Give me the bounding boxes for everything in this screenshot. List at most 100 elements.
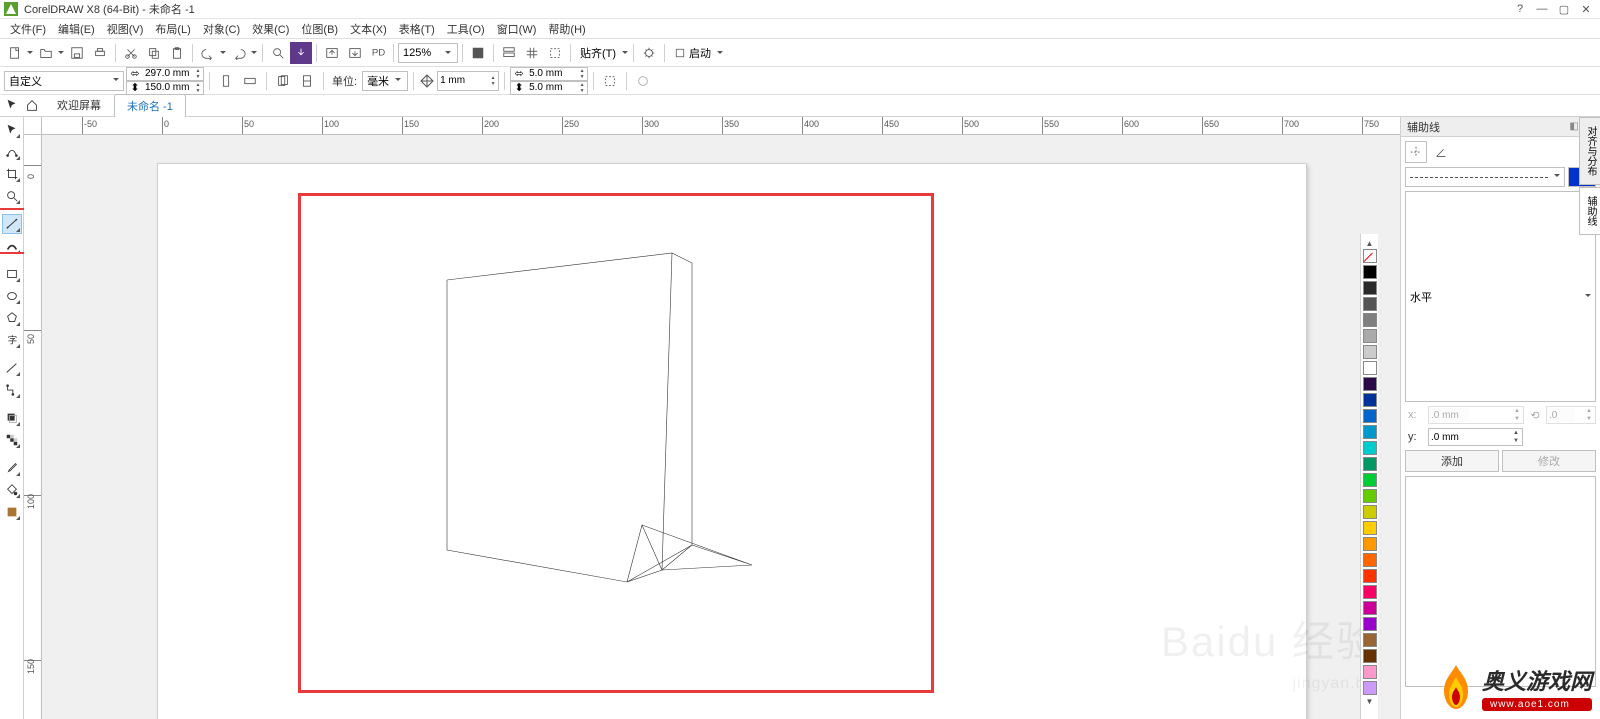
maximize-button[interactable]: ▢ <box>1554 2 1574 16</box>
add-guideline-button[interactable]: 添加 <box>1405 450 1499 472</box>
guideline-style-combo[interactable] <box>1405 167 1565 187</box>
swatch-#9900cc[interactable] <box>1363 617 1377 631</box>
text-tool[interactable]: 字 <box>2 330 22 350</box>
swatch-#000000[interactable] <box>1363 265 1377 279</box>
ruler-horizontal[interactable]: -500501001502002503003504004505005506006… <box>42 117 1400 135</box>
lock-icon[interactable]: 🔒 <box>1554 695 1570 711</box>
menu-x[interactable]: 文本(X) <box>344 19 393 39</box>
menu-e[interactable]: 编辑(E) <box>52 19 101 39</box>
swatch-#2a0a4a[interactable] <box>1363 377 1377 391</box>
polygon-tool[interactable] <box>2 308 22 328</box>
dup-y-input[interactable] <box>527 82 577 94</box>
swatch-#cccc00[interactable] <box>1363 505 1377 519</box>
menu-h[interactable]: 帮助(H) <box>542 19 591 39</box>
menu-w[interactable]: 窗口(W) <box>491 19 543 39</box>
interactive-fill-tool[interactable] <box>2 480 22 500</box>
swatch-#ffffff[interactable] <box>1363 361 1377 375</box>
swatch-#009966[interactable] <box>1363 457 1377 471</box>
zoom-combo[interactable]: 125% <box>398 43 458 63</box>
undo-dropdown[interactable] <box>219 48 227 57</box>
page-height-input[interactable] <box>143 82 193 94</box>
fullscreen-button[interactable] <box>467 42 489 64</box>
crop-tool[interactable] <box>2 164 22 184</box>
page-width-input[interactable] <box>143 68 193 80</box>
duplicate-y-spin[interactable]: ⬍▲▼ <box>510 81 588 95</box>
swatch-#996633[interactable] <box>1363 633 1377 647</box>
zoom-tool[interactable] <box>2 186 22 206</box>
swatch-#ff99cc[interactable] <box>1363 665 1377 679</box>
page-preset-combo[interactable]: 自定义 <box>4 71 124 91</box>
menu-t[interactable]: 表格(T) <box>393 19 441 39</box>
guideline-angle-icon[interactable] <box>1430 141 1452 163</box>
connector-tool[interactable] <box>2 380 22 400</box>
duplicate-x-spin[interactable]: ⬄▲▼ <box>510 67 588 81</box>
tab-welcome[interactable]: 欢迎屏幕 <box>44 93 114 116</box>
redo-dropdown[interactable] <box>250 48 258 57</box>
menu-f[interactable]: 文件(F) <box>4 19 52 39</box>
menu-b[interactable]: 位图(B) <box>295 19 344 39</box>
swatch-#555555[interactable] <box>1363 297 1377 311</box>
y-spin[interactable]: ▲▼ <box>1428 428 1523 446</box>
swatch-#aaaaaa[interactable] <box>1363 329 1377 343</box>
page-width-spin[interactable]: ⬄▲▼ <box>126 67 204 81</box>
swatch-#0099cc[interactable] <box>1363 425 1377 439</box>
y-input[interactable] <box>1429 430 1469 444</box>
export-doc-button[interactable] <box>344 42 366 64</box>
drawing-canvas[interactable]: Baidu 经验 jingyan.bai <box>42 135 1400 719</box>
swatch-#66cc00[interactable] <box>1363 489 1377 503</box>
options-button[interactable] <box>638 42 660 64</box>
current-page-button[interactable] <box>296 70 318 92</box>
swatch-#ff3300[interactable] <box>1363 569 1377 583</box>
guideline-direction-combo[interactable]: 水平 <box>1405 191 1596 402</box>
x-spin[interactable]: ▲▼ <box>1428 406 1524 424</box>
launch-dropdown[interactable] <box>716 48 724 57</box>
search-button[interactable] <box>267 42 289 64</box>
save-button[interactable] <box>66 42 88 64</box>
print-button[interactable] <box>89 42 111 64</box>
close-button[interactable]: ✕ <box>1576 2 1596 16</box>
swatch-#ffcc00[interactable] <box>1363 521 1377 535</box>
swatch-none[interactable] <box>1363 249 1377 263</box>
swatch-#ff9900[interactable] <box>1363 537 1377 551</box>
nudge-input[interactable] <box>438 75 488 87</box>
pick-cursor-icon[interactable] <box>4 97 20 113</box>
swatch-#663300[interactable] <box>1363 649 1377 663</box>
export-image-button[interactable] <box>321 42 343 64</box>
ruler-vertical[interactable]: 050100150 <box>24 135 42 719</box>
show-rulers-button[interactable] <box>498 42 520 64</box>
units-combo[interactable]: 毫米 <box>362 71 408 91</box>
page-height-spin[interactable]: ⬍▲▼ <box>126 81 204 95</box>
landscape-button[interactable] <box>239 70 261 92</box>
docker-tab-guidelines[interactable]: 辅助线 <box>1579 187 1600 235</box>
launch-button[interactable]: 启动 <box>669 42 716 64</box>
swatch-#ff0066[interactable] <box>1363 585 1377 599</box>
paste-button[interactable] <box>166 42 188 64</box>
angle-spin[interactable]: ▲▼ <box>1546 406 1596 424</box>
menu-c[interactable]: 效果(C) <box>246 19 295 39</box>
show-grid-button[interactable] <box>521 42 543 64</box>
guideline-preset-icon[interactable] <box>1405 141 1427 163</box>
open-dropdown[interactable] <box>57 48 65 57</box>
swatch-#808080[interactable] <box>1363 313 1377 327</box>
portrait-button[interactable] <box>215 70 237 92</box>
delete-icon[interactable]: 🗑 <box>1576 695 1592 711</box>
swatch-#cccccc[interactable] <box>1363 345 1377 359</box>
docker-minimize-icon[interactable]: ◧ <box>1569 121 1578 132</box>
new-dropdown[interactable] <box>26 48 34 57</box>
menu-c[interactable]: 对象(C) <box>197 19 246 39</box>
relative-button[interactable] <box>632 70 654 92</box>
snap-dropdown[interactable] <box>621 48 629 57</box>
docker-tab-align[interactable]: 对齐与分布 <box>1579 117 1600 185</box>
show-guidelines-button[interactable] <box>544 42 566 64</box>
undo-button[interactable] <box>197 42 219 64</box>
import-button[interactable] <box>290 42 312 64</box>
tab-document[interactable]: 未命名 -1 <box>114 94 186 117</box>
swatch-#2a2a2a[interactable] <box>1363 281 1377 295</box>
menu-l[interactable]: 布局(L) <box>149 19 196 39</box>
rectangle-tool[interactable] <box>2 264 22 284</box>
open-button[interactable] <box>35 42 57 64</box>
palette-down-arrow[interactable]: ▼ <box>1363 696 1377 706</box>
nudge-spin[interactable]: ▲▼ <box>437 71 499 91</box>
smart-fill-tool[interactable] <box>2 502 22 522</box>
swatch-#cc0099[interactable] <box>1363 601 1377 615</box>
